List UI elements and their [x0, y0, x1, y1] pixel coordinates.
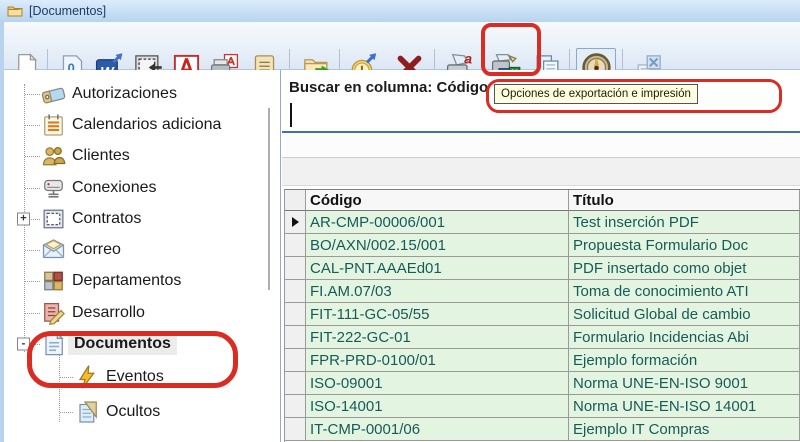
codigo-cell[interactable]: AR-CMP-00006/001 [306, 211, 569, 234]
row-selector-cell[interactable] [285, 234, 306, 257]
server-icon [41, 175, 66, 200]
row-selector-cell[interactable] [285, 257, 306, 280]
sidebar-item-autorizaciones[interactable]: Autorizaciones [4, 78, 280, 109]
search-input[interactable] [282, 100, 800, 131]
table-header-row: Código Título [285, 190, 800, 211]
titulo-cell[interactable]: Ejemplo formación [569, 349, 800, 372]
sidebar-item-documentos[interactable]: - Documentos [4, 328, 280, 359]
calendar-notes-icon [41, 112, 66, 137]
window-title: [Documentos] [29, 4, 106, 18]
row-selector-cell[interactable] [285, 303, 306, 326]
lightning-icon [75, 365, 100, 390]
sidebar-item-calendarios-adiciona[interactable]: Calendarios adiciona [4, 109, 280, 140]
table-row[interactable]: ISO-14001 Norma UNE-EN-ISO 14001 [285, 395, 800, 418]
titulo-cell[interactable]: PDF insertado como objet [569, 257, 800, 280]
row-selector-cell[interactable] [285, 326, 306, 349]
search-column-label: Buscar en columna: Código [289, 79, 488, 96]
folder-icon [7, 3, 23, 19]
titulo-cell[interactable]: Norma UNE-EN-ISO 9001 [569, 372, 800, 395]
main-panel: Buscar en columna: Código Código Título … [282, 70, 800, 442]
table-row[interactable]: FIT-222-GC-01 Formulario Incidencias Abi [285, 326, 800, 349]
table-row[interactable]: BO/AXN/002.15/001 Propuesta Formulario D… [285, 234, 800, 257]
titulo-cell[interactable]: Norma UNE-EN-ISO 14001 [569, 395, 800, 418]
tree-expander[interactable]: + [17, 212, 30, 225]
titulo-cell[interactable]: Toma de conocimiento ATI [569, 280, 800, 303]
dashed-square-icon [41, 206, 66, 231]
app-window: [Documentos] 0 W a WX Autorizaciones [0, 0, 800, 442]
table-row[interactable]: FI.AM.07/03 Toma de conocimiento ATI [285, 280, 800, 303]
sidebar-item-departamentos[interactable]: Departamentos [4, 266, 280, 297]
sidebar-item-conexiones[interactable]: Conexiones [4, 172, 280, 203]
row-selector-cell[interactable] [285, 418, 306, 441]
document-icon [41, 332, 66, 357]
spacer-band [282, 158, 800, 186]
sidebar-item-clientes[interactable]: Clientes [4, 141, 280, 172]
text-caret [290, 103, 292, 127]
row-selector-cell[interactable] [285, 211, 306, 234]
codigo-cell[interactable]: CAL-PNT.AAAEd01 [306, 257, 569, 280]
codigo-cell[interactable]: FIT-222-GC-01 [306, 326, 569, 349]
table-row[interactable]: ISO-09001 Norma UNE-EN-ISO 9001 [285, 372, 800, 395]
titulo-cell[interactable]: Propuesta Formulario Doc [569, 234, 800, 257]
sidebar-item-eventos[interactable]: Eventos [4, 360, 280, 395]
sidebar-item-correo[interactable]: Correo [4, 234, 280, 265]
doc-pencil-icon [41, 300, 66, 325]
column-header-titulo[interactable]: Título [569, 190, 800, 211]
people-icon [41, 144, 66, 169]
codigo-cell[interactable]: ISO-14001 [306, 395, 569, 418]
table-row[interactable]: FPR-PRD-0100/01 Ejemplo formación [285, 349, 800, 372]
titulo-cell[interactable]: Test inserción PDF [569, 211, 800, 234]
sidebar-item-ocultos[interactable]: Ocultos [4, 395, 280, 430]
table-row[interactable]: CAL-PNT.AAAEd01 PDF insertado como objet [285, 257, 800, 280]
codigo-cell[interactable]: FPR-PRD-0100/01 [306, 349, 569, 372]
cubes-icon [41, 269, 66, 294]
current-row-marker [292, 217, 299, 227]
row-selector-header[interactable] [285, 190, 306, 211]
titulo-cell[interactable]: Ejemplo IT Compras [569, 418, 800, 441]
envelope-icon [41, 238, 66, 263]
sidebar-tree: Autorizaciones Calendarios adiciona Clie… [4, 70, 281, 442]
toolbar: 0 W a WX [0, 22, 800, 70]
row-selector-cell[interactable] [285, 349, 306, 372]
documents-table: Código Título AR-CMP-00006/001 Test inse… [284, 189, 800, 442]
sidebar-item-contratos[interactable]: + Contratos [4, 203, 280, 234]
codigo-cell[interactable]: FI.AM.07/03 [306, 280, 569, 303]
table-row[interactable]: FIT-111-GC-05/55 Solicitud Global de cam… [285, 303, 800, 326]
row-selector-cell[interactable] [285, 280, 306, 303]
codigo-cell[interactable]: BO/AXN/002.15/001 [306, 234, 569, 257]
titulo-cell[interactable]: Solicitud Global de cambio [569, 303, 800, 326]
tag-icon [41, 81, 66, 106]
window-titlebar[interactable]: [Documentos] [0, 0, 800, 22]
column-header-codigo[interactable]: Código [306, 190, 569, 211]
codigo-cell[interactable]: FIT-111-GC-05/55 [306, 303, 569, 326]
tree-expander[interactable]: - [17, 338, 30, 351]
codigo-cell[interactable]: IT-CMP-0001/06 [306, 418, 569, 441]
sidebar-item-desarrollo[interactable]: Desarrollo [4, 297, 280, 328]
row-selector-cell[interactable] [285, 372, 306, 395]
filter-band [282, 133, 800, 158]
table-row[interactable]: AR-CMP-00006/001 Test inserción PDF [285, 211, 800, 234]
tooltip-export-options: Opciones de exportación e impresión [494, 84, 698, 104]
table-row[interactable]: IT-CMP-0001/06 Ejemplo IT Compras [285, 418, 800, 441]
row-selector-cell[interactable] [285, 395, 306, 418]
folded-doc-icon [75, 400, 100, 425]
titulo-cell[interactable]: Formulario Incidencias Abi [569, 326, 800, 349]
codigo-cell[interactable]: ISO-09001 [306, 372, 569, 395]
